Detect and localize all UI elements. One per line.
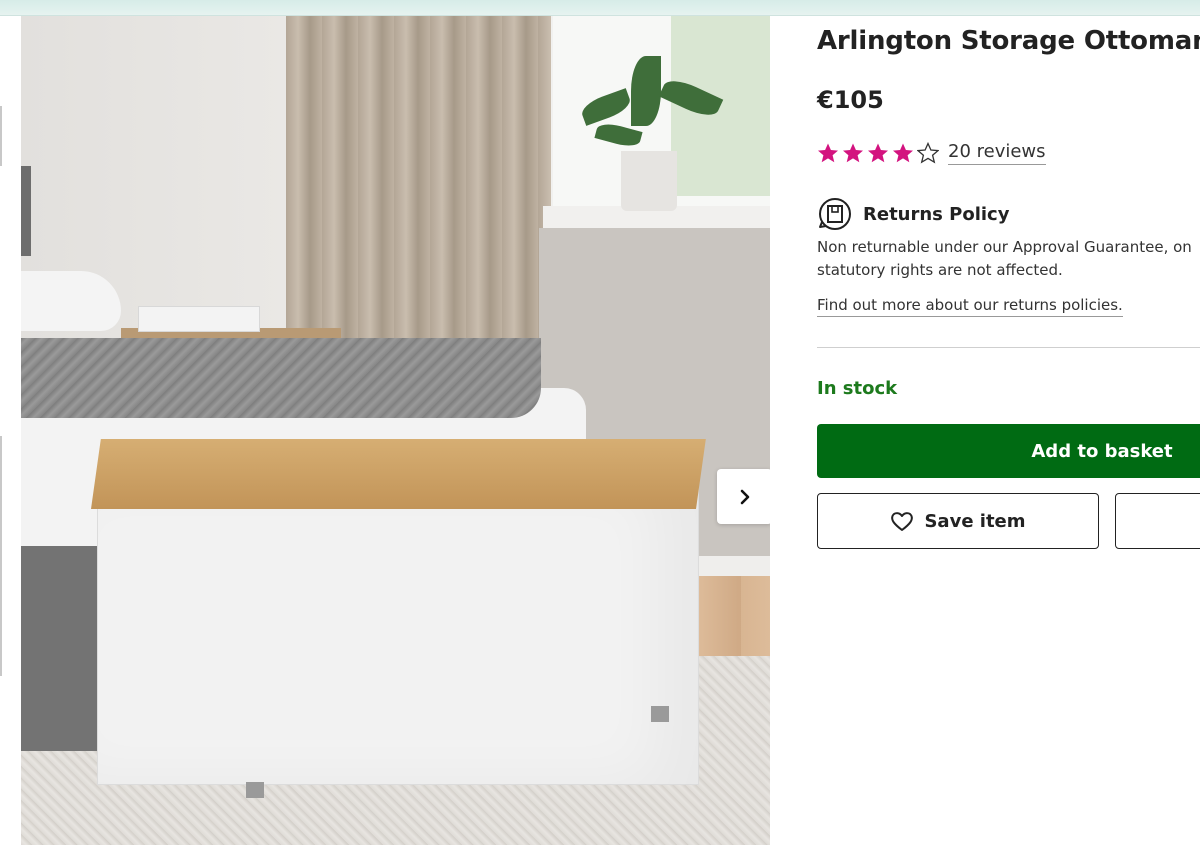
- returns-policy-line: Non returnable under our Approval Guaran…: [817, 238, 1192, 256]
- image-ottoman-foot: [246, 782, 264, 798]
- image-ottoman-lid: [91, 439, 706, 509]
- image-headboard: [21, 166, 31, 256]
- image-leaf: [631, 56, 661, 126]
- product-info-panel: Arlington Storage Ottoman €105 20 review…: [817, 16, 1200, 845]
- returns-box-icon: [819, 198, 851, 230]
- add-to-basket-button[interactable]: Add to basket: [817, 424, 1200, 478]
- image-plant-pot: [621, 151, 677, 211]
- image-ottoman-body: [97, 478, 699, 785]
- star-filled-icon: [868, 143, 888, 163]
- star-rating: [817, 142, 942, 164]
- returns-policy-text: Non returnable under our Approval Guaran…: [817, 236, 1200, 282]
- product-image-gallery[interactable]: [21, 16, 770, 845]
- browser-top-strip: [0, 0, 1200, 16]
- secondary-action-button[interactable]: [1115, 493, 1200, 549]
- save-item-button[interactable]: Save item: [817, 493, 1099, 549]
- image-books: [138, 306, 260, 332]
- image-ottoman-foot: [651, 706, 669, 722]
- returns-policy-heading: Returns Policy: [817, 196, 1009, 232]
- left-gutter: [0, 16, 21, 845]
- returns-policy-line: statutory rights are not affected.: [817, 261, 1063, 279]
- star-filled-icon: [843, 143, 863, 163]
- gutter-mark: [0, 106, 2, 166]
- returns-policy-title: Returns Policy: [863, 203, 1010, 225]
- image-bed-throw: [21, 338, 541, 418]
- star-outline-icon: [917, 142, 939, 164]
- product-title: Arlington Storage Ottoman: [817, 26, 1200, 56]
- star-filled-icon: [818, 143, 838, 163]
- returns-policy-link[interactable]: Find out more about our returns policies…: [817, 296, 1123, 317]
- add-to-basket-label: Add to basket: [1031, 440, 1173, 462]
- star-filled-icon: [893, 143, 913, 163]
- reviews-link[interactable]: 20 reviews: [948, 141, 1046, 165]
- gutter-mark: [0, 436, 2, 676]
- chevron-right-icon: [740, 489, 749, 504]
- next-image-button[interactable]: [717, 469, 770, 524]
- product-rating: 20 reviews: [817, 138, 1046, 168]
- product-price: €105: [817, 86, 884, 114]
- save-item-label: Save item: [924, 510, 1026, 532]
- image-pillow: [21, 271, 121, 331]
- section-divider: [817, 347, 1200, 348]
- heart-outline-icon: [891, 512, 914, 531]
- stock-status: In stock: [817, 378, 898, 399]
